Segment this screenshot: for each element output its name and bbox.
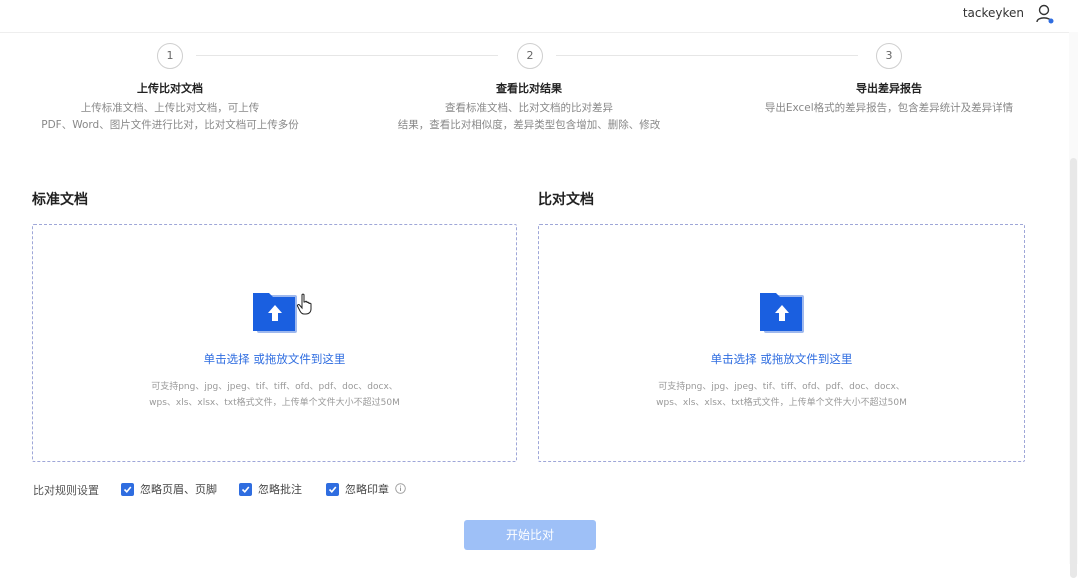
step-1-circle: 1 [157,43,183,69]
step-2: 查看比对结果 查看标准文档、比对文档的比对差异 结果，查看比对相似度，差异类型包… [349,82,709,134]
step-1: 上传比对文档 上传标准文档、上传比对文档，可上传 PDF、Word、图片文件进行… [0,82,350,134]
step-2-title: 查看比对结果 [496,82,562,95]
user-icon[interactable] [1036,4,1054,24]
compare-doc-upload-prompt[interactable]: 单击选择 或拖放文件到这里 [539,351,1024,367]
step-connector [556,55,858,56]
step-1-desc-line2: PDF、Word、图片文件进行比对，比对文档可上传多份 [41,119,299,131]
step-2-desc-line2: 结果，查看比对相似度，差异类型包含增加、删除、修改 [397,119,661,131]
scrollbar-thumb[interactable] [1070,158,1077,578]
checkbox-checked-icon[interactable] [239,482,252,496]
top-bar: tackeyken [0,0,1078,33]
hand-cursor-icon [296,293,312,315]
step-2-desc-line1: 查看标准文档、比对文档的比对差异 [445,102,613,114]
username[interactable]: tackeyken [963,6,1024,20]
step-3-desc-line1: 导出Excel格式的差异报告，包含差异统计及差异详情 [764,102,1014,114]
upload-folder-icon [252,293,297,333]
step-3-title: 导出差异报告 [856,82,922,95]
hint-line2: wps、xls、xlsx、txt格式文件，上传单个文件大小不超过50M [149,398,400,408]
compare-doc-title: 比对文档 [538,192,594,208]
scrollbar-track[interactable] [1069,32,1078,578]
step-3: 导出差异报告 导出Excel格式的差异报告，包含差异统计及差异详情 [709,82,1069,117]
checkbox-checked-icon[interactable] [121,482,134,496]
option-label: 忽略批注 [258,483,302,496]
compare-rules-label: 比对规则设置 [33,484,99,497]
option-label: 忽略印章 [345,483,389,496]
standard-doc-upload-hint: 可支持png、jpg、jpeg、tif、tiff、ofd、pdf、doc、doc… [33,379,516,411]
step-1-desc-line1: 上传标准文档、上传比对文档，可上传 [80,102,260,114]
checkbox-checked-icon[interactable] [326,482,339,496]
compare-doc-upload-hint: 可支持png、jpg、jpeg、tif、tiff、ofd、pdf、doc、doc… [539,379,1024,411]
step-connector [196,55,498,56]
hint-line1: 可支持png、jpg、jpeg、tif、tiff、ofd、pdf、doc、doc… [151,382,398,392]
step-2-circle: 2 [517,43,543,69]
option-label: 忽略页眉、页脚 [140,483,217,496]
standard-doc-dropzone[interactable]: 单击选择 或拖放文件到这里 可支持png、jpg、jpeg、tif、tiff、o… [32,224,517,462]
info-icon[interactable] [395,483,406,494]
standard-doc-upload-prompt[interactable]: 单击选择 或拖放文件到这里 [33,351,516,367]
step-1-title: 上传比对文档 [137,82,203,95]
hint-line2: wps、xls、xlsx、txt格式文件，上传单个文件大小不超过50M [656,398,907,408]
ignore-comments-option[interactable]: 忽略批注 [239,481,302,497]
ignore-header-footer-option[interactable]: 忽略页眉、页脚 [121,481,217,497]
ignore-seal-option[interactable]: 忽略印章 [326,481,389,497]
start-compare-button[interactable]: 开始比对 [464,520,596,550]
upload-folder-icon [759,293,804,333]
hint-line1: 可支持png、jpg、jpeg、tif、tiff、ofd、pdf、doc、doc… [658,382,905,392]
standard-doc-title: 标准文档 [32,192,88,208]
step-3-circle: 3 [876,43,902,69]
compare-doc-dropzone[interactable]: 单击选择 或拖放文件到这里 可支持png、jpg、jpeg、tif、tiff、o… [538,224,1025,462]
